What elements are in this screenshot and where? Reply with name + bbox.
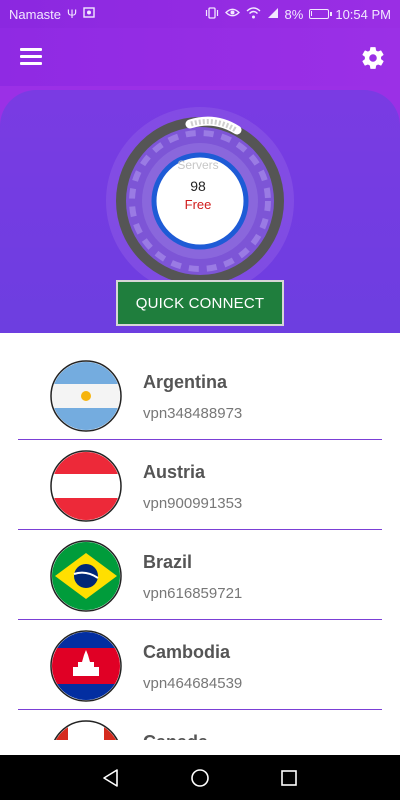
clock: 10:54 PM [335,6,391,22]
country-name: Brazil [143,552,193,572]
usb-icon: Ψ [67,7,78,21]
photo-icon [83,7,95,21]
navigation-bar [0,755,400,800]
hamburger-menu-icon[interactable] [20,48,42,66]
country-name: Austria [143,462,206,482]
cambodia-flag-icon [49,629,123,703]
servers-tier: Free [184,197,212,212]
country-name: Argentina [143,372,228,392]
status-right: 8% 10:54 PM [205,7,391,22]
server-id: vpn348488973 [143,405,243,422]
list-bottom-edge [0,740,400,755]
carrier-label: Namaste [9,6,62,22]
server-list: Argentina vpn348488973 Austria vpn900991… [0,333,400,740]
app-bar [0,28,400,86]
server-id: vpn616859721 [143,585,243,602]
server-row-argentina[interactable]: Argentina vpn348488973 [0,333,400,440]
battery-fill [311,11,313,16]
servers-count: 98 [190,178,206,194]
brazil-flag-icon [49,539,123,613]
austria-flag-icon [49,449,123,523]
quick-connect-button[interactable]: QUICK CONNECT [116,280,284,326]
vibrate-icon [205,6,219,22]
servers-label: Servers [177,158,219,172]
server-count-display: Servers 98 Free [155,152,241,232]
server-row-austria[interactable]: Austria vpn900991353 [0,423,400,530]
home-circle-icon[interactable] [189,767,211,789]
country-name: Cambodia [143,642,231,662]
server-row-brazil[interactable]: Brazil vpn616859721 [0,513,400,620]
argentina-flag-icon [49,359,123,433]
country-name: Canada [143,732,208,740]
status-bar: Namaste Ψ 8% 10:54 PM [0,0,400,28]
back-triangle-icon[interactable] [100,767,122,789]
recents-square-icon[interactable] [278,767,300,789]
battery-icon [309,9,333,19]
server-row-cambodia[interactable]: Cambodia vpn464684539 [0,603,400,710]
canada-flag-icon [49,719,123,740]
gear-icon[interactable] [360,45,386,71]
signal-icon [267,7,279,22]
battery-percent: 8% [284,6,304,22]
wifi-icon [246,6,261,22]
server-id: vpn900991353 [143,495,243,512]
status-left: Namaste Ψ [9,7,95,22]
server-id: vpn464684539 [143,675,243,692]
server-row-canada[interactable]: Canada [0,693,400,740]
eye-icon [224,7,240,21]
